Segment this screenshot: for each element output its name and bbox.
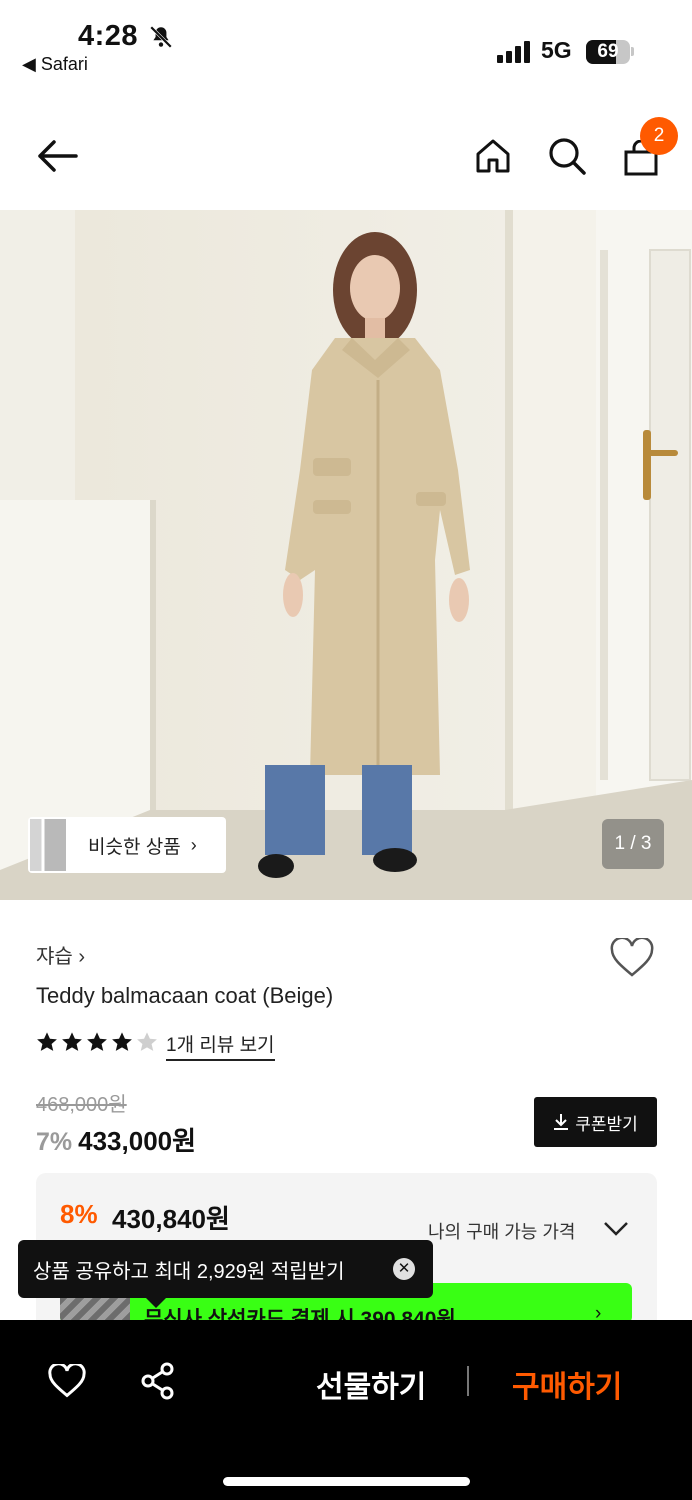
buy-button[interactable]: 구매하기 [512, 1362, 622, 1406]
wishlist-heart-icon[interactable] [610, 938, 654, 978]
star-filled-icon [62, 1032, 82, 1051]
similar-products-button[interactable]: 비슷한 상품 › [28, 817, 226, 873]
price-row: 7% 433,000원 [36, 1121, 196, 1158]
status-time: 4:28 [78, 20, 139, 52]
similar-products-thumbnail [30, 819, 66, 871]
image-pager: 1 / 3 [602, 819, 664, 869]
home-icon[interactable] [475, 138, 511, 174]
bottom-bar-divider [467, 1366, 469, 1396]
battery-nub [631, 47, 634, 56]
star-filled-icon [37, 1032, 57, 1051]
similar-products-label: 비슷한 상품 [88, 836, 181, 858]
bottom-action-bar [0, 1320, 692, 1500]
battery-level: 69 [597, 41, 619, 62]
heart-icon[interactable] [48, 1364, 86, 1398]
star-empty-icon [137, 1032, 157, 1051]
tooltip-tail [145, 1297, 167, 1308]
product-image[interactable] [0, 210, 692, 900]
coat-photo-illustration [0, 210, 692, 900]
star-filled-icon [112, 1032, 132, 1051]
product-title: Teddy balmacaan coat (Beige) [36, 983, 334, 1008]
my-discount-rate: 8% [60, 1199, 98, 1229]
download-icon [554, 1114, 569, 1130]
discount-rate: 7% [36, 1128, 73, 1156]
bell-muted-icon [150, 26, 172, 48]
coupon-button[interactable]: 쿠폰받기 [534, 1097, 657, 1147]
sale-price: 433,000원 [78, 1126, 197, 1156]
back-to-safari-link[interactable]: ◀ Safari [22, 54, 88, 75]
network-type: 5G [541, 37, 572, 63]
search-icon[interactable] [548, 137, 586, 175]
share-reward-tooltip: 상품 공유하고 최대 2,929원 적립받기 ✕ [18, 1240, 433, 1298]
battery-icon: 69 [586, 40, 630, 64]
chevron-down-icon[interactable] [603, 1221, 629, 1237]
my-price-toggle[interactable]: 나의 구매 가능 가격 [428, 1218, 575, 1244]
home-indicator [223, 1477, 470, 1486]
review-link[interactable]: 1개 리뷰 보기 [166, 1030, 275, 1061]
close-icon[interactable]: ✕ [393, 1258, 415, 1280]
share-icon[interactable] [140, 1362, 176, 1400]
back-arrow-icon[interactable] [36, 139, 78, 173]
my-price: 430,840원 [112, 1204, 230, 1234]
chevron-right-icon: › [190, 834, 197, 855]
star-filled-icon [87, 1032, 107, 1051]
tooltip-text: 상품 공유하고 최대 2,929원 적립받기 [33, 1260, 345, 1283]
brand-link[interactable]: 쟈습 › [36, 940, 85, 969]
gift-button[interactable]: 선물하기 [316, 1362, 426, 1406]
original-price: 468,000원 [36, 1094, 127, 1116]
cellular-signal-icon [497, 41, 530, 63]
cart-count-badge: 2 [640, 117, 678, 155]
top-nav [0, 100, 692, 210]
status-bar: 4:28 ◀ Safari 5G 69 [0, 0, 692, 90]
rating-stars [36, 1031, 158, 1053]
coupon-button-label: 쿠폰받기 [575, 1114, 638, 1134]
